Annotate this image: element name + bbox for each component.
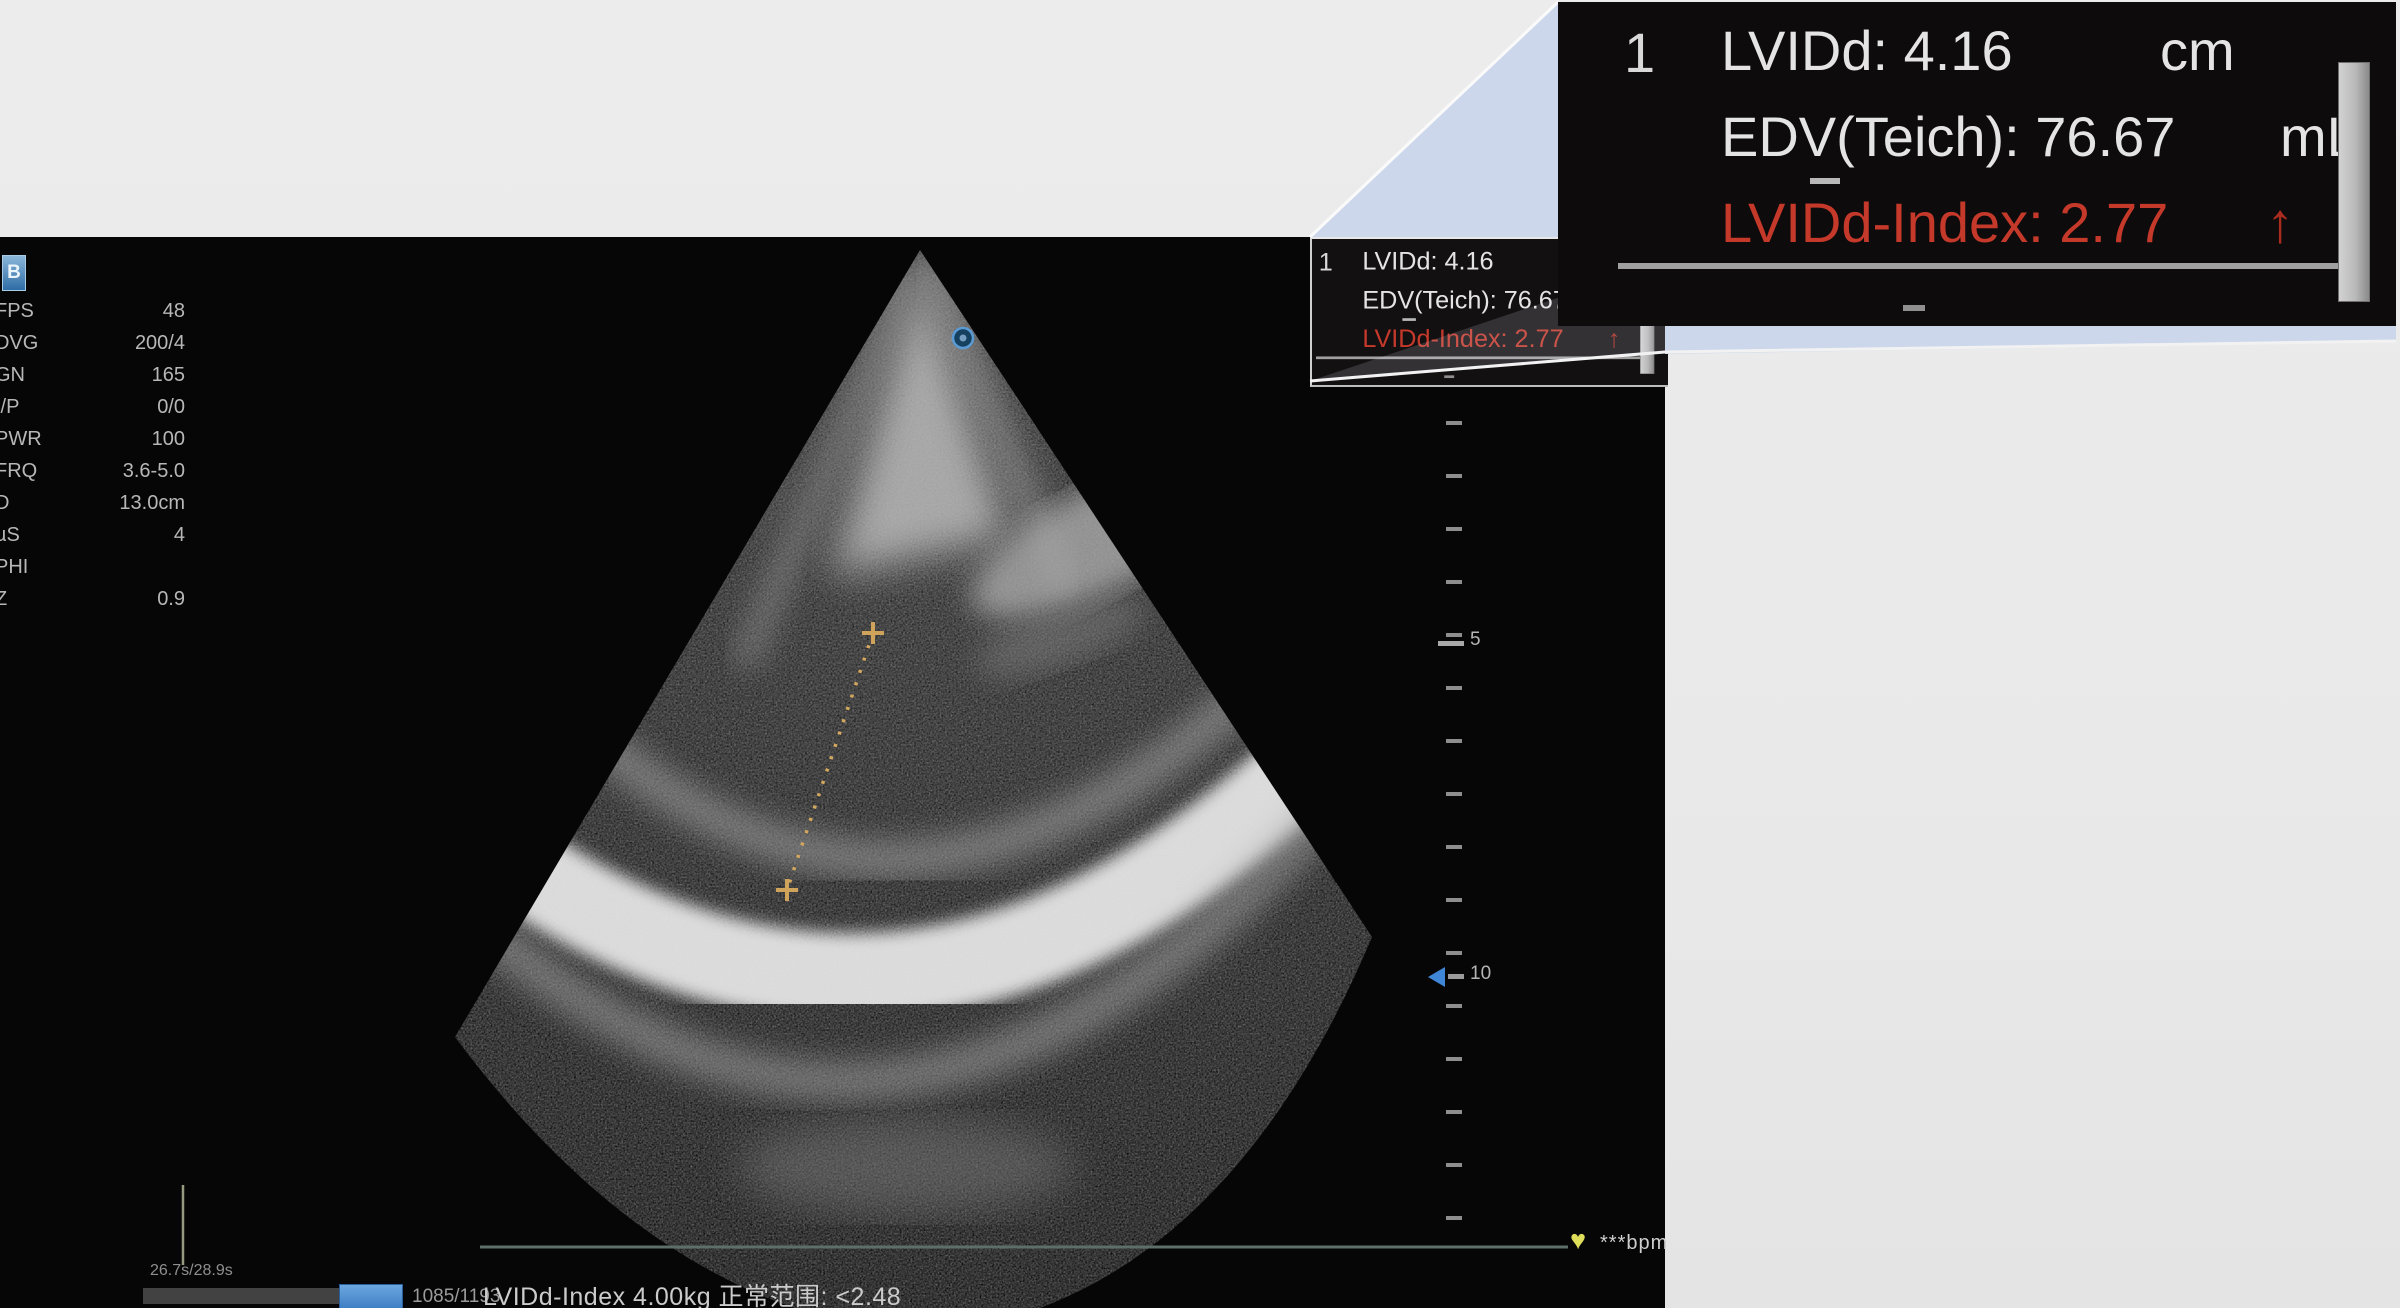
measurement-line-index: LVIDd-Index: 2.77↑ — [1721, 190, 2168, 255]
edv-value: EDV(Teich): 76.67 — [1721, 105, 2175, 168]
ultrasound-image — [0, 237, 1665, 1308]
depth-ruler — [1446, 262, 1462, 1252]
param-row: DVG 200/4 — [0, 327, 190, 359]
param-row: GN 165 — [0, 359, 190, 391]
param-row: Z 0.9 — [0, 583, 190, 615]
high-arrow-icon: ↑ — [2266, 190, 2294, 255]
param-row: I/P 0/0 — [0, 391, 190, 423]
param-value: 200/4 — [135, 327, 185, 359]
depth-label-10: 10 — [1470, 963, 1491, 985]
depth-label-5: 5 — [1470, 629, 1481, 651]
param-row: D 13.0cm — [0, 487, 190, 519]
param-label: GN — [0, 359, 25, 391]
depth-tick-10 — [1448, 974, 1464, 979]
probe-orientation-icon — [953, 328, 973, 348]
measurement-line-lvidd: LVIDd: 4.16cm — [1362, 246, 1493, 275]
param-row: FPS 48 — [0, 295, 190, 327]
bottom-dash — [1444, 375, 1454, 378]
param-value: 0/0 — [157, 391, 185, 423]
param-label: Z — [0, 583, 7, 615]
param-value: 4 — [174, 519, 185, 551]
param-label: DVG — [0, 327, 38, 359]
param-value: 165 — [152, 359, 185, 391]
bottom-dash — [1903, 305, 1925, 311]
measurement-content: 1 LVIDd: 4.16cm EDV(Teich): 76.67mL LVID… — [1558, 2, 2396, 326]
lvidd-value: LVIDd: 4.16 — [1721, 19, 2013, 82]
lvidd-index-value: LVIDd-Index: 2.77 — [1721, 191, 2168, 254]
param-row: PWR 100 — [0, 423, 190, 455]
lvidd-value: LVIDd: 4.16 — [1362, 247, 1493, 275]
divider-rule — [1316, 356, 1650, 359]
ultrasound-screen: B FPS 48 DVG 200/4 GN 165 I/P 0/0 PWR 100 FRQ… — [0, 237, 1665, 1308]
param-label: FRQ — [0, 455, 37, 487]
magnified-measurement-box: 1 LVIDd: 4.16cm EDV(Teich): 76.67mL LVID… — [1558, 2, 2396, 326]
param-value: 0.9 — [157, 583, 185, 615]
panel-scrollbar[interactable] — [2338, 62, 2370, 302]
lvidd-index-value: LVIDd-Index: 2.77 — [1362, 324, 1563, 352]
measurement-line-edv: EDV(Teich): 76.67mL — [1362, 285, 1566, 314]
param-value: 48 — [163, 295, 185, 327]
cine-handle[interactable] — [339, 1284, 403, 1308]
heart-icon: ♥ — [1570, 1225, 1586, 1256]
high-arrow-icon: ↑ — [1608, 324, 1621, 353]
param-value: 100 — [152, 423, 185, 455]
measurement-line-index: LVIDd-Index: 2.77↑ — [1362, 324, 1563, 353]
parameter-panel: FPS 48 DVG 200/4 GN 165 I/P 0/0 PWR 100 FRQ 3.… — [0, 295, 190, 615]
param-label: µS — [0, 519, 20, 551]
measurement-index: 1 — [1624, 20, 1655, 85]
ultrasound-workstation: B FPS 48 DVG 200/4 GN 165 I/P 0/0 PWR 100 FRQ… — [0, 0, 2400, 1308]
measurement-index: 1 — [1319, 247, 1333, 276]
param-value: 3.6-5.0 — [123, 455, 185, 487]
measurement-line-edv: EDV(Teich): 76.67mL — [1721, 104, 2175, 169]
param-label: I/P — [0, 391, 19, 423]
depth-tick-5 — [1438, 641, 1464, 646]
param-label: D — [0, 487, 9, 519]
underscore-mark — [1402, 318, 1416, 321]
focus-marker-icon[interactable] — [1428, 967, 1445, 987]
edv-value: EDV(Teich): 76.67 — [1362, 285, 1566, 313]
cine-time: 26.7s/28.9s — [150, 1262, 233, 1280]
param-row: PHI — [0, 551, 190, 583]
result-text: LVIDd-Index 4.00kg 正常范围: <2.48 — [483, 1277, 901, 1308]
echo-sector — [0, 237, 1665, 1308]
underscore-mark — [1810, 178, 1840, 184]
mode-badge: B — [2, 255, 26, 291]
measurement-line-lvidd: LVIDd: 4.16cm — [1721, 18, 2013, 83]
param-label: PWR — [0, 423, 42, 455]
divider-rule — [1618, 263, 2360, 269]
param-label: PHI — [0, 551, 28, 583]
lvidd-unit: cm — [2160, 18, 2235, 83]
param-row: FRQ 3.6-5.0 — [0, 455, 190, 487]
param-value: 13.0cm — [119, 487, 185, 519]
cine-progress-bar[interactable] — [143, 1288, 339, 1304]
bpm-readout: ***bpm — [1600, 1232, 1668, 1255]
param-label: FPS — [0, 295, 34, 327]
param-row: µS 4 — [0, 519, 190, 551]
